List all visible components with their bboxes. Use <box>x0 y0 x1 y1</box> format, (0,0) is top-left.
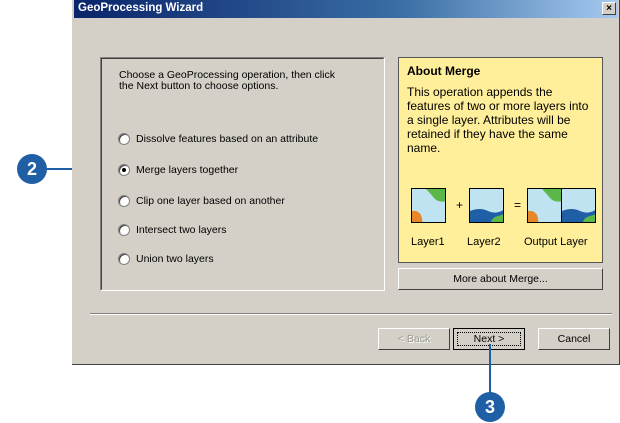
layer2-thumbnail <box>469 188 504 223</box>
callout-2-badge: 2 <box>17 154 47 184</box>
radio-dissolve[interactable] <box>118 133 130 145</box>
output-layer-right-thumbnail <box>561 188 596 223</box>
about-title: About Merge <box>407 64 481 78</box>
operation-options-panel: Choose a GeoProcessing operation, then c… <box>100 57 385 291</box>
layer1-label: Layer1 <box>411 236 445 248</box>
radio-intersect[interactable] <box>118 224 130 236</box>
window-title: GeoProcessing Wizard <box>78 2 204 14</box>
option-clip[interactable]: Clip one layer based on another <box>118 194 285 208</box>
about-merge-box: About Merge This operation appends the f… <box>398 57 603 263</box>
layer2-map-icon <box>470 189 503 222</box>
callout-3-line <box>489 344 491 394</box>
option-merge[interactable]: Merge layers together <box>118 163 238 177</box>
option-union-label: Union two layers <box>136 253 214 265</box>
option-dissolve-label: Dissolve features based on an attribute <box>136 133 319 145</box>
output-layer-label: Output Layer <box>524 236 588 248</box>
footer-separator <box>90 313 612 315</box>
radio-union[interactable] <box>118 253 130 265</box>
output-layer-left-map-icon <box>528 189 561 222</box>
option-clip-label: Clip one layer based on another <box>136 195 285 207</box>
output-layer-left-thumbnail <box>527 188 562 223</box>
layer1-map-icon <box>412 189 445 222</box>
instructions-text: Choose a GeoProcessing operation, then c… <box>119 69 335 92</box>
layer2-label: Layer2 <box>467 236 501 248</box>
option-dissolve[interactable]: Dissolve features based on an attribute <box>118 132 318 146</box>
back-button[interactable]: < Back <box>378 328 450 350</box>
about-description: This operation appends the features of t… <box>407 85 589 155</box>
option-intersect-label: Intersect two layers <box>136 224 227 236</box>
equals-sign: = <box>514 198 522 212</box>
option-merge-label: Merge layers together <box>136 164 239 176</box>
close-button[interactable]: × <box>602 2 616 15</box>
more-about-merge-button[interactable]: More about Merge... <box>398 268 603 290</box>
cancel-button[interactable]: Cancel <box>538 328 610 350</box>
layer1-thumbnail <box>411 188 446 223</box>
back-button-label: < Back <box>397 333 431 345</box>
output-layer-right-map-icon <box>562 189 595 222</box>
radio-merge[interactable] <box>118 164 130 176</box>
cancel-button-label: Cancel <box>557 333 591 345</box>
option-intersect[interactable]: Intersect two layers <box>118 223 226 237</box>
callout-3-badge: 3 <box>475 392 505 422</box>
plus-sign: + <box>456 198 464 212</box>
radio-clip[interactable] <box>118 195 130 207</box>
title-bar: GeoProcessing Wizard × <box>74 0 618 18</box>
option-union[interactable]: Union two layers <box>118 252 214 266</box>
